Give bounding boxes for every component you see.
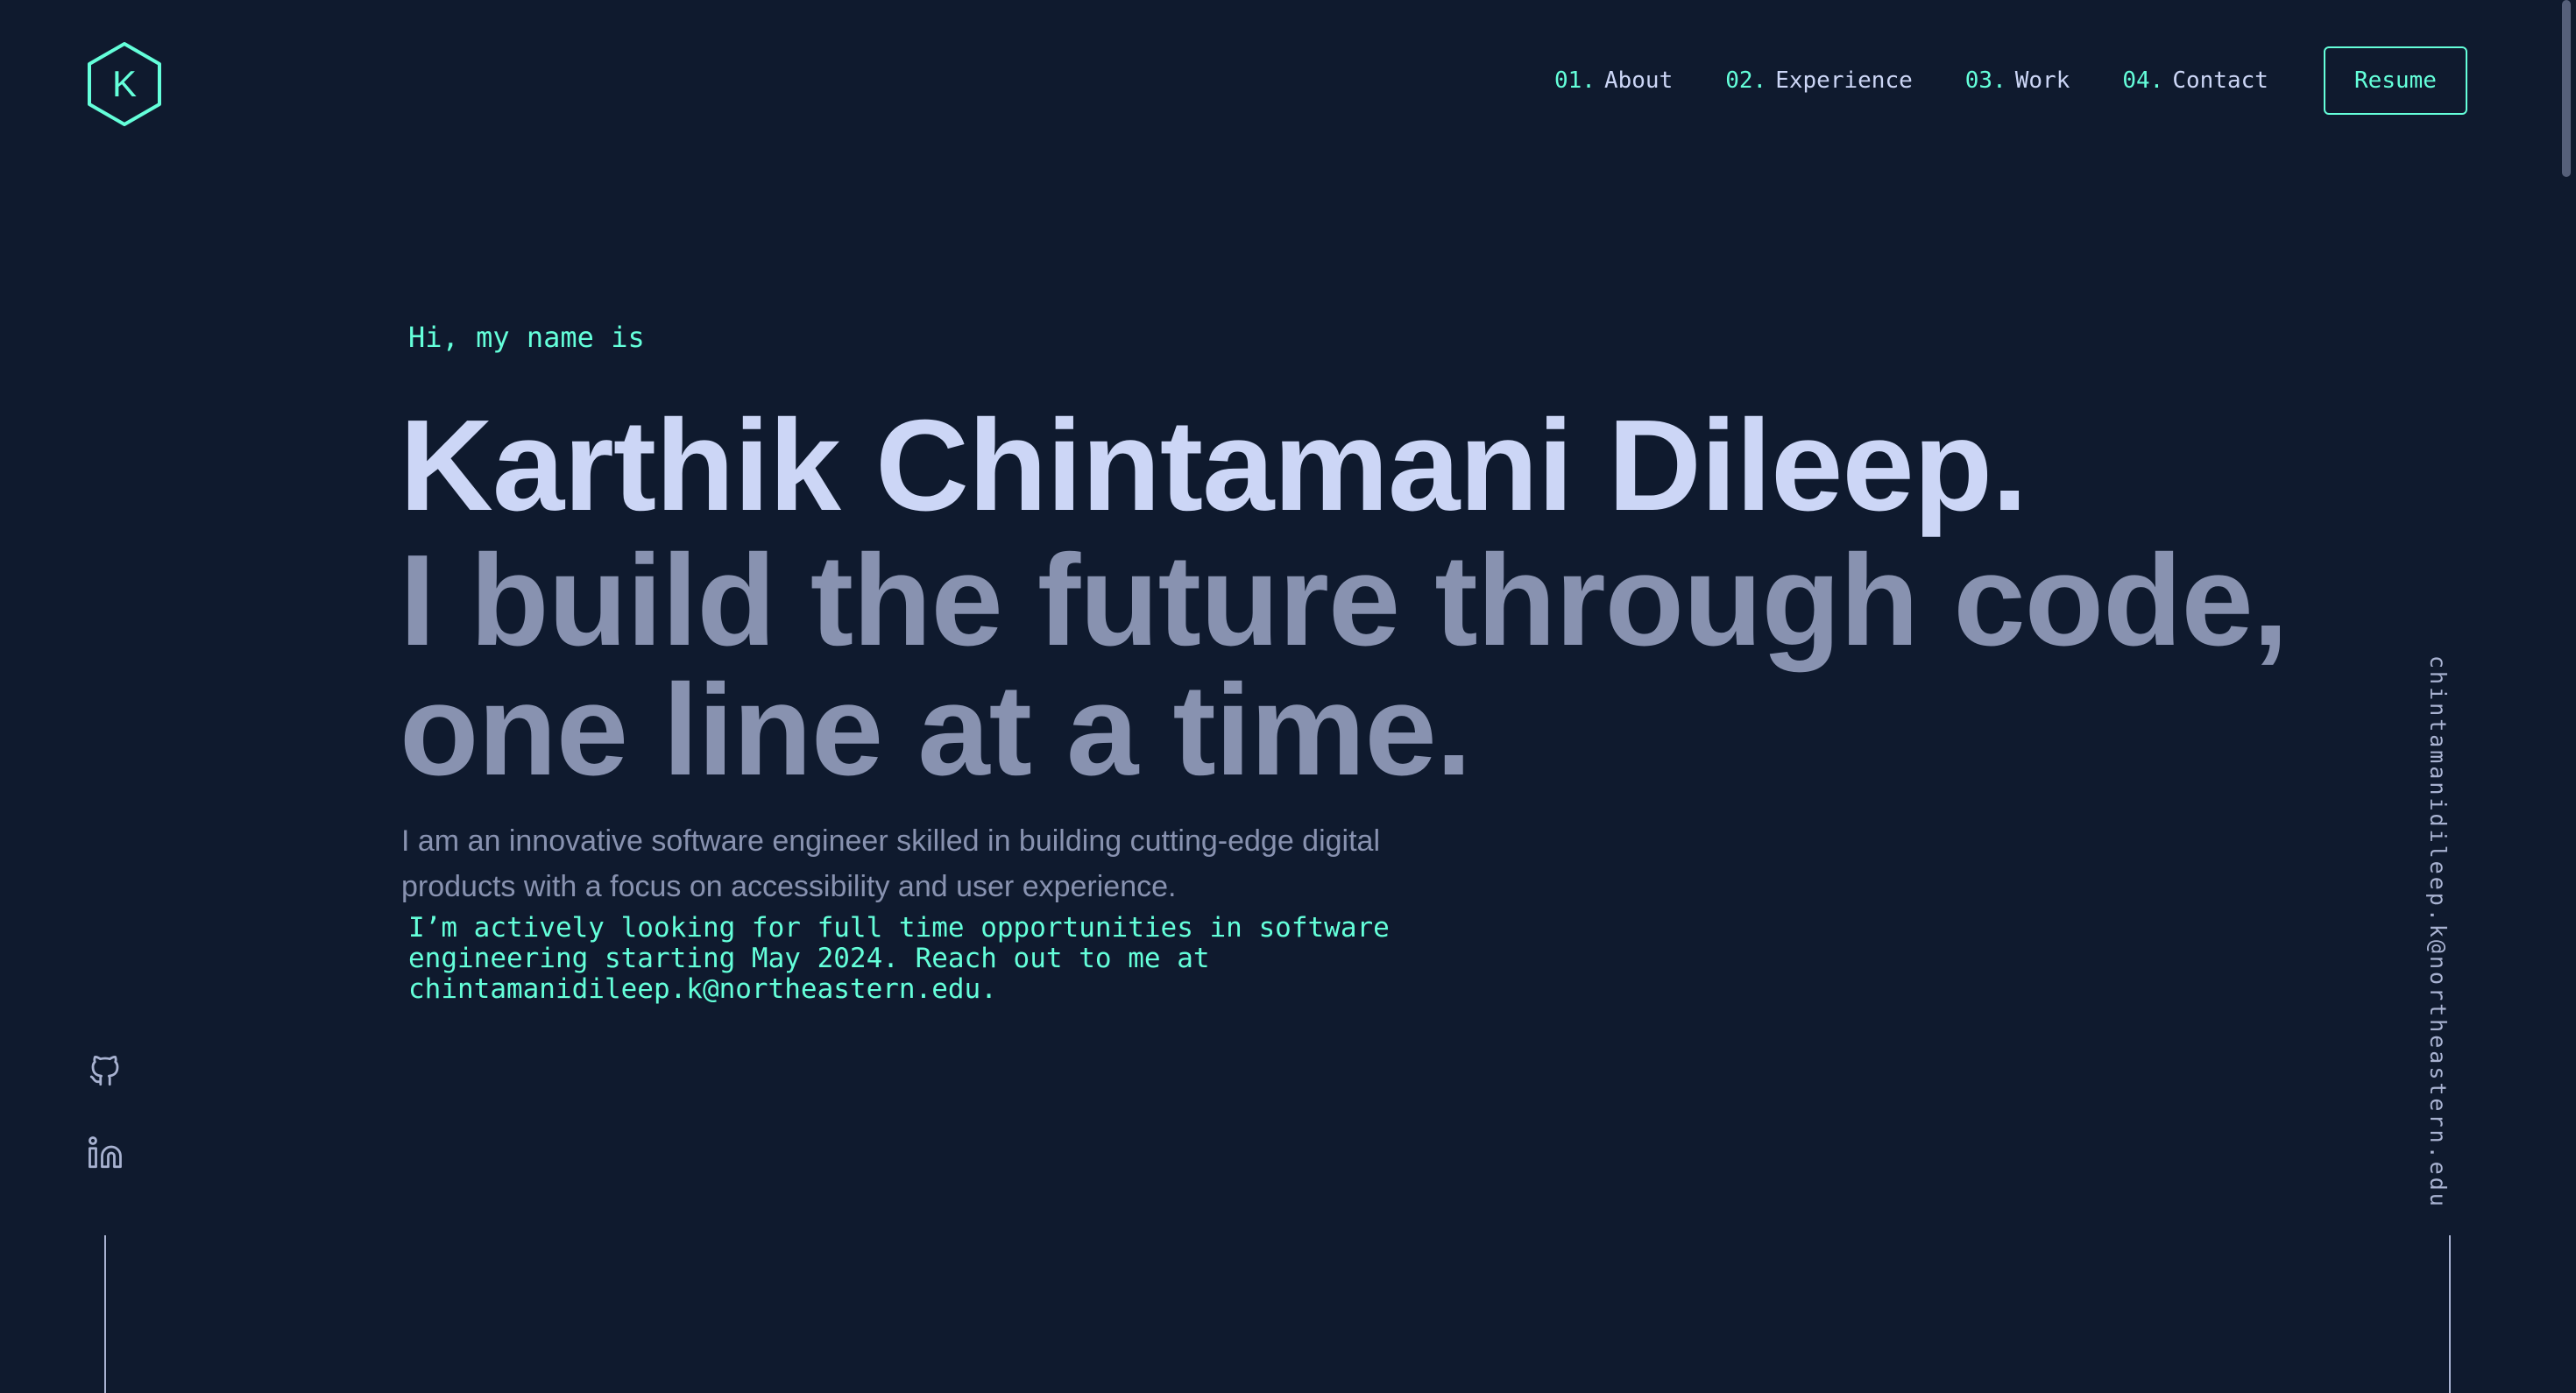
logo-letter: K (111, 63, 137, 104)
hero-tagline-line-2: one line at a time. (400, 658, 1472, 803)
main-nav: 01. About 02. Experience 03. Work 04. Co… (1554, 63, 2321, 98)
nav-label: Contact (2172, 67, 2268, 94)
nav-label: Work (2014, 67, 2070, 94)
nav-item-contact[interactable]: 04. Contact (2122, 67, 2268, 94)
hero-availability: I’m actively looking for full time oppor… (408, 912, 1390, 1005)
logo-link[interactable]: K (84, 40, 165, 128)
github-icon (89, 1055, 119, 1086)
linkedin-link[interactable] (84, 1132, 126, 1174)
linkedin-icon (88, 1136, 122, 1169)
hero-intro: I am an innovative software engineer ski… (401, 824, 1381, 903)
nav-item-about[interactable]: 01. About (1554, 67, 1673, 94)
hero-name: Karthik Chintamani Dileep. (400, 393, 2028, 538)
nav-label: Experience (1775, 67, 1913, 94)
nav-number: 01. (1554, 67, 1596, 94)
nav-number: 02. (1725, 67, 1767, 94)
github-link[interactable] (84, 1050, 126, 1092)
resume-button[interactable]: Resume (2324, 46, 2467, 115)
nav-number: 03. (1964, 67, 2006, 94)
nav-item-work[interactable]: 03. Work (1965, 67, 2070, 94)
social-links (84, 1050, 126, 1214)
nav-item-experience[interactable]: 02. Experience (1725, 67, 1913, 94)
scrollbar-thumb[interactable] (2562, 0, 2571, 177)
hero-tagline: I build the future through code, one lin… (400, 528, 2289, 803)
right-rail-line (2449, 1235, 2451, 1393)
nav-number: 04. (2122, 67, 2164, 94)
hero-greeting: Hi, my name is (408, 321, 645, 354)
hero-tagline-line-1: I build the future through code, (400, 528, 2289, 673)
side-email-link[interactable]: chintamanidileep.k@northeastern.edu (2425, 655, 2451, 1209)
left-rail-line (104, 1235, 106, 1393)
nav-label: About (1603, 67, 1674, 94)
site-header: K 01. About 02. Experience 03. Work 04. … (0, 0, 2576, 161)
